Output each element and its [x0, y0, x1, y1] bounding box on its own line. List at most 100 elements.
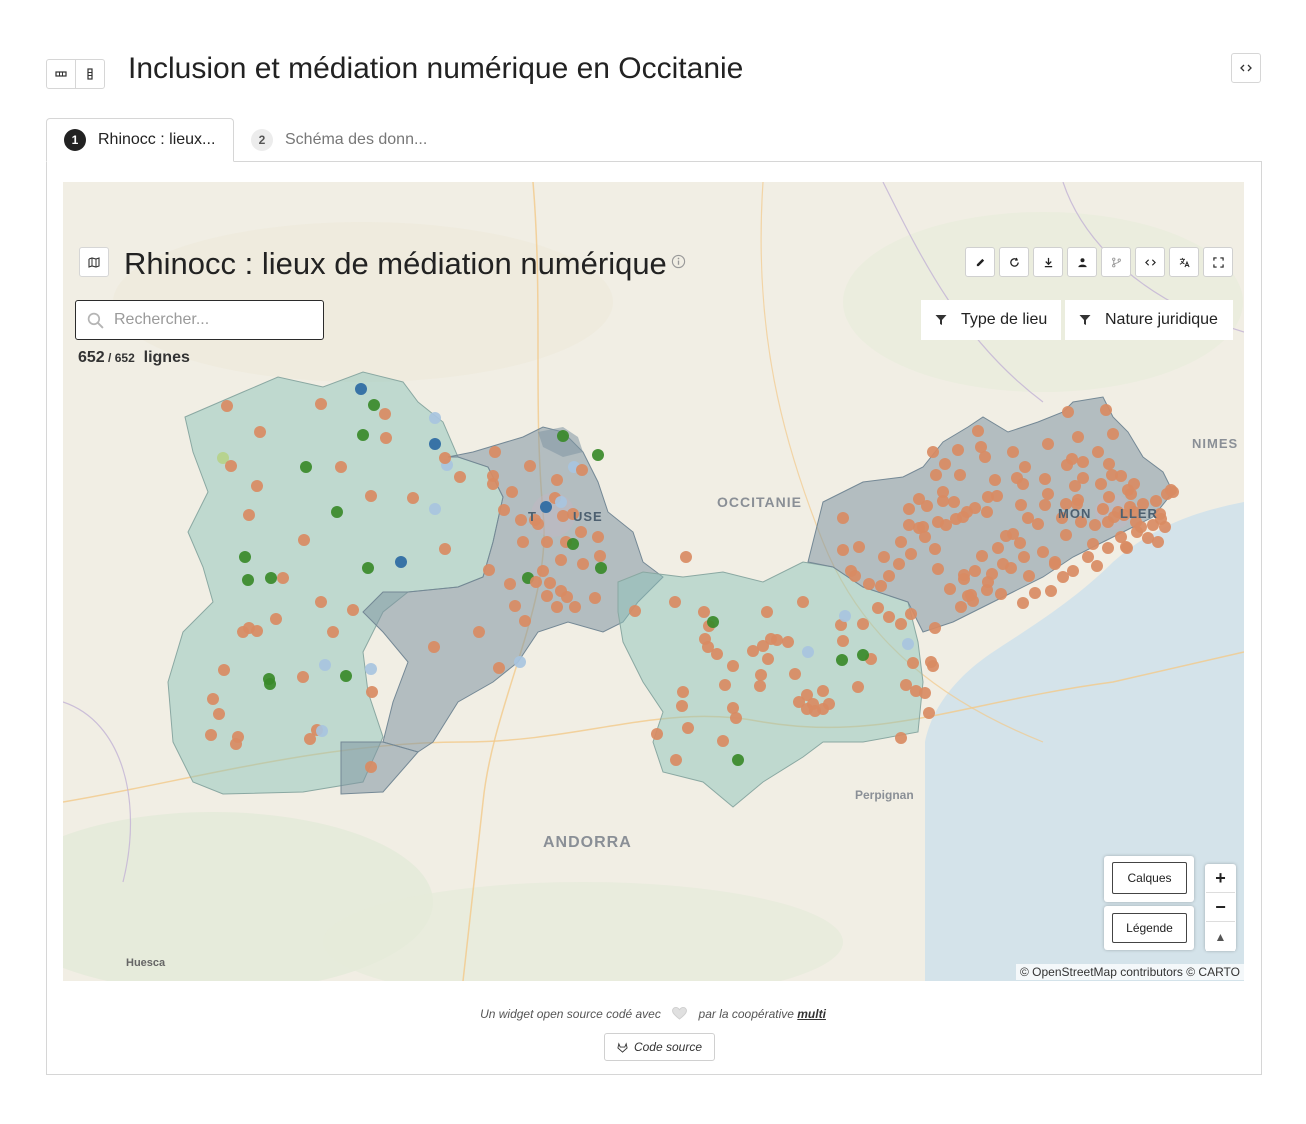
map-point[interactable] — [717, 735, 729, 747]
map-point[interactable] — [537, 565, 549, 577]
map-point[interactable] — [747, 645, 759, 657]
map-point[interactable] — [207, 693, 219, 705]
map-point[interactable] — [937, 486, 949, 498]
map-point[interactable] — [551, 601, 563, 613]
map-point[interactable] — [1082, 551, 1094, 563]
map-point[interactable] — [555, 496, 567, 508]
map-point[interactable] — [702, 641, 714, 653]
map-point[interactable] — [355, 383, 367, 395]
map-point[interactable] — [428, 641, 440, 653]
map-point[interactable] — [1037, 546, 1049, 558]
map-point[interactable] — [304, 733, 316, 745]
map-point[interactable] — [557, 510, 569, 522]
map-point[interactable] — [1128, 478, 1140, 490]
map-point[interactable] — [944, 583, 956, 595]
map-view-button[interactable] — [79, 247, 109, 277]
map-point[interactable] — [544, 577, 556, 589]
map-point[interactable] — [1007, 446, 1019, 458]
map-point[interactable] — [989, 474, 1001, 486]
map-point[interactable] — [225, 460, 237, 472]
map-point[interactable] — [509, 600, 521, 612]
legend-button[interactable]: Légende — [1112, 913, 1187, 943]
map-point[interactable] — [439, 452, 451, 464]
map-point[interactable] — [955, 601, 967, 613]
map-point[interactable] — [837, 635, 849, 647]
map-point[interactable] — [1045, 585, 1057, 597]
map-point[interactable] — [755, 669, 767, 681]
code-button[interactable] — [1135, 247, 1165, 277]
map-point[interactable] — [316, 725, 328, 737]
map-point[interactable] — [540, 501, 552, 513]
map-point[interactable] — [594, 550, 606, 562]
map-point[interactable] — [1102, 542, 1114, 554]
map-point[interactable] — [919, 531, 931, 543]
map-point[interactable] — [357, 429, 369, 441]
map-point[interactable] — [997, 558, 1009, 570]
map-point[interactable] — [530, 576, 542, 588]
map-point[interactable] — [205, 729, 217, 741]
map-point[interactable] — [629, 605, 641, 617]
map-point[interactable] — [919, 687, 931, 699]
map-point[interactable] — [1042, 438, 1054, 450]
map-point[interactable] — [319, 659, 331, 671]
map-point[interactable] — [979, 451, 991, 463]
map-point[interactable] — [905, 548, 917, 560]
map-point[interactable] — [1072, 431, 1084, 443]
map-point[interactable] — [1067, 565, 1079, 577]
refresh-button[interactable] — [999, 247, 1029, 277]
map-point[interactable] — [524, 460, 536, 472]
map-point[interactable] — [962, 590, 974, 602]
map-point[interactable] — [923, 707, 935, 719]
map-point[interactable] — [754, 680, 766, 692]
map-point[interactable] — [903, 503, 915, 515]
map-point[interactable] — [929, 543, 941, 555]
download-button[interactable] — [1033, 247, 1063, 277]
branch-button[interactable] — [1101, 247, 1131, 277]
filter-type-de-lieu[interactable]: Type de lieu — [921, 300, 1061, 340]
map-point[interactable] — [1167, 486, 1179, 498]
map-point[interactable] — [762, 653, 774, 665]
map-point[interactable] — [900, 679, 912, 691]
map-point[interactable] — [1077, 456, 1089, 468]
map-point[interactable] — [297, 671, 309, 683]
map-point[interactable] — [254, 426, 266, 438]
info-icon[interactable] — [671, 254, 686, 269]
map-point[interactable] — [872, 602, 884, 614]
reset-bearing-button[interactable]: ▲ — [1206, 923, 1235, 951]
map-point[interactable] — [903, 519, 915, 531]
user-button[interactable] — [1067, 247, 1097, 277]
map-point[interactable] — [221, 400, 233, 412]
map-point[interactable] — [1100, 404, 1112, 416]
map-point[interactable] — [1057, 571, 1069, 583]
map-point[interactable] — [515, 514, 527, 526]
map-point[interactable] — [365, 490, 377, 502]
map-point[interactable] — [849, 570, 861, 582]
map-point[interactable] — [519, 615, 531, 627]
map-point[interactable] — [905, 608, 917, 620]
map-point[interactable] — [782, 636, 794, 648]
map-point[interactable] — [1092, 446, 1104, 458]
layers-button[interactable]: Calques — [1112, 862, 1187, 894]
map-point[interactable] — [883, 611, 895, 623]
map-point[interactable] — [669, 596, 681, 608]
map-point[interactable] — [682, 722, 694, 734]
map-point[interactable] — [957, 511, 969, 523]
map-point[interactable] — [1087, 538, 1099, 550]
map-point[interactable] — [761, 606, 773, 618]
map-point[interactable] — [347, 604, 359, 616]
map-point[interactable] — [839, 610, 851, 622]
map-point[interactable] — [514, 656, 526, 668]
map-point[interactable] — [883, 570, 895, 582]
map-point[interactable] — [575, 526, 587, 538]
map-point[interactable] — [239, 551, 251, 563]
map-point[interactable] — [863, 578, 875, 590]
map-point[interactable] — [379, 408, 391, 420]
map-point[interactable] — [958, 569, 970, 581]
map-point[interactable] — [939, 458, 951, 470]
map-point[interactable] — [907, 657, 919, 669]
map-point[interactable] — [902, 638, 914, 650]
map-point[interactable] — [972, 425, 984, 437]
map-point[interactable] — [265, 572, 277, 584]
map-point[interactable] — [1120, 541, 1132, 553]
map-point[interactable] — [218, 664, 230, 676]
